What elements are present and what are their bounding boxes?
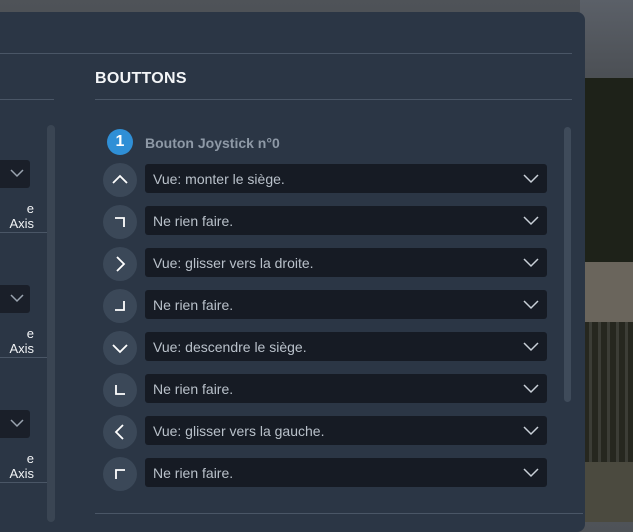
- axis-select[interactable]: [0, 160, 30, 188]
- chevron-down-icon: [10, 294, 24, 303]
- chevron-down-icon: [10, 169, 24, 178]
- chevron-down-icon: [523, 384, 539, 394]
- chevron-down-icon: [523, 468, 539, 478]
- button-action-select[interactable]: Ne rien faire.: [145, 290, 547, 319]
- arrow-left-icon: [103, 415, 137, 449]
- corner-bottom-right-icon: [103, 289, 137, 323]
- arrow-right-icon: [103, 247, 137, 281]
- divider: [0, 232, 54, 233]
- arrow-down-icon: [103, 331, 137, 365]
- divider: [0, 99, 54, 100]
- axis-label: e Axis: [9, 451, 34, 481]
- select-value: Vue: descendre le siège.: [153, 339, 307, 355]
- button-action-select[interactable]: Ne rien faire.: [145, 374, 547, 403]
- chevron-down-icon: [523, 342, 539, 352]
- joystick-label: Bouton Joystick n°0: [145, 135, 280, 151]
- button-action-select[interactable]: Vue: glisser vers la droite.: [145, 248, 547, 277]
- chevron-down-icon: [523, 258, 539, 268]
- arrow-up-icon: [103, 163, 137, 197]
- button-action-select[interactable]: Ne rien faire.: [145, 206, 547, 235]
- corner-top-right-icon: [103, 205, 137, 239]
- left-scrollbar[interactable]: [47, 125, 55, 522]
- divider: [0, 357, 54, 358]
- axis-select[interactable]: [0, 410, 30, 438]
- corner-top-left-icon: [103, 457, 137, 491]
- select-value: Ne rien faire.: [153, 381, 234, 397]
- bottom-divider: [95, 513, 583, 514]
- axis-label: e Axis: [9, 201, 34, 231]
- axis-select[interactable]: [0, 285, 30, 313]
- select-value: Vue: glisser vers la gauche.: [153, 423, 325, 439]
- chevron-down-icon: [523, 426, 539, 436]
- button-action-select[interactable]: Vue: glisser vers la gauche.: [145, 416, 547, 445]
- chevron-down-icon: [523, 174, 539, 184]
- buttons-scrollbar[interactable]: [564, 127, 571, 402]
- background-scene: [580, 0, 633, 522]
- button-action-select[interactable]: Vue: descendre le siège.: [145, 332, 547, 361]
- corner-bottom-left-icon: [103, 373, 137, 407]
- button-action-select[interactable]: Ne rien faire.: [145, 458, 547, 487]
- section-title: BOUTTONS: [95, 70, 187, 87]
- button-action-select[interactable]: Vue: monter le siège.: [145, 164, 547, 193]
- header-divider: [0, 53, 572, 54]
- chevron-down-icon: [523, 300, 539, 310]
- select-value: Ne rien faire.: [153, 213, 234, 229]
- chevron-down-icon: [10, 419, 24, 428]
- select-value: Ne rien faire.: [153, 297, 234, 313]
- title-divider: [95, 99, 572, 100]
- divider: [0, 482, 54, 483]
- select-value: Ne rien faire.: [153, 465, 234, 481]
- axis-label: e Axis: [9, 326, 34, 356]
- chevron-down-icon: [523, 216, 539, 226]
- select-value: Vue: monter le siège.: [153, 171, 285, 187]
- select-value: Vue: glisser vers la droite.: [153, 255, 314, 271]
- joystick-number-badge: 1: [107, 129, 133, 155]
